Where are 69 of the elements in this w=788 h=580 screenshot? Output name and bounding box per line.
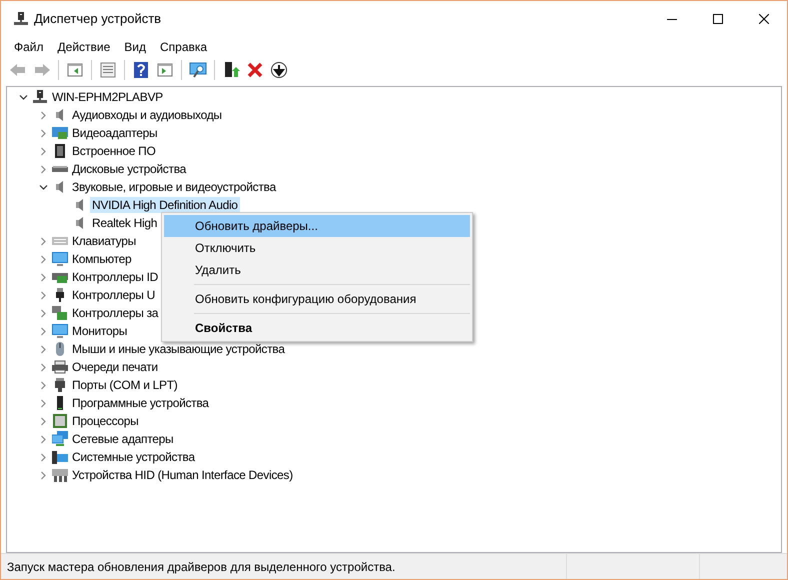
collapsed-chevron-icon[interactable] — [38, 128, 48, 138]
tree-item[interactable]: Системные устройства — [70, 449, 197, 465]
maximize-icon — [713, 14, 723, 24]
collapsed-chevron-icon[interactable] — [38, 164, 48, 174]
tree-item[interactable]: Контроллеры за — [70, 305, 160, 321]
menu-item[interactable]: Вид — [117, 38, 153, 56]
menu-item[interactable]: Обновить конфигурацию оборудования — [164, 288, 470, 310]
tree-item[interactable]: NVIDIA High Definition Audio — [90, 197, 240, 213]
tree-item[interactable]: Встроенное ПО — [70, 143, 158, 159]
display-card-icon — [52, 125, 68, 141]
collapsed-chevron-icon[interactable] — [38, 254, 48, 264]
collapsed-chevron-icon[interactable] — [38, 362, 48, 372]
window-title: Диспетчер устройств — [34, 10, 162, 28]
tree-item[interactable]: Дисковые устройства — [70, 161, 188, 177]
network-icon — [52, 431, 68, 447]
close-icon — [759, 14, 769, 24]
collapsed-chevron-icon[interactable] — [38, 416, 48, 426]
menu-item[interactable]: Свойства — [164, 317, 470, 339]
menu-item[interactable]: Обновить драйверы... — [164, 215, 470, 237]
menu-item[interactable]: Удалить — [164, 259, 470, 281]
system-icon — [52, 449, 68, 465]
tree-item[interactable]: Порты (COM и LPT) — [70, 377, 180, 393]
collapsed-chevron-icon[interactable] — [38, 326, 48, 336]
tree-item[interactable]: Звуковые, игровые и видеоустройства — [70, 179, 278, 195]
collapsed-chevron-icon[interactable] — [38, 452, 48, 462]
menu-item[interactable]: Справка — [153, 38, 214, 56]
menu-item[interactable]: Отключить — [164, 237, 470, 259]
collapsed-chevron-icon[interactable] — [38, 434, 48, 444]
tree-item[interactable]: Устройства HID (Human Interface Devices) — [70, 467, 295, 483]
status-text: Запуск мастера обновления драйверов для выделенного устройства. — [6, 558, 396, 576]
tree-item[interactable]: Процессоры — [70, 413, 140, 429]
tree-item[interactable]: Очереди печати — [70, 359, 160, 375]
printer-icon — [52, 359, 68, 375]
collapsed-chevron-icon[interactable] — [38, 110, 48, 120]
minimize-icon — [667, 18, 677, 20]
processor-icon — [52, 413, 68, 429]
download-button[interactable] — [268, 59, 290, 81]
disk-drive-icon — [52, 166, 68, 172]
hid-icon — [52, 467, 68, 483]
tree-item[interactable]: Контроллеры U — [70, 287, 157, 303]
tree-item[interactable]: Программные устройства — [70, 395, 211, 411]
collapsed-chevron-icon[interactable] — [38, 398, 48, 408]
tree-item[interactable]: Клавиатуры — [70, 233, 138, 249]
collapsed-chevron-icon[interactable] — [38, 272, 48, 282]
tree-item[interactable]: WIN-EPHM2PLABVP — [50, 89, 165, 105]
collapsed-chevron-icon[interactable] — [38, 146, 48, 156]
tree-item[interactable]: Компьютер — [70, 251, 134, 267]
collapsed-chevron-icon[interactable] — [38, 308, 48, 318]
tree-item[interactable]: Видеоадаптеры — [70, 125, 160, 141]
tree-item[interactable]: Сетевые адаптеры — [70, 431, 176, 447]
computer-icon — [13, 11, 29, 27]
monitor-icon — [52, 323, 68, 339]
storage-controller-icon — [52, 305, 68, 321]
port-icon — [52, 377, 68, 393]
tree-item[interactable]: Аудиовходы и аудиовыходы — [70, 107, 224, 123]
collapsed-chevron-icon[interactable] — [38, 290, 48, 300]
tree-item[interactable]: Realtek High — [90, 215, 160, 231]
monitor-icon — [52, 251, 68, 267]
collapsed-chevron-icon[interactable] — [38, 380, 48, 390]
tree-item[interactable]: Мыши и иные указывающие устройства — [70, 341, 287, 357]
tree-item[interactable]: Контроллеры ID — [70, 269, 160, 285]
collapsed-chevron-icon[interactable] — [38, 236, 48, 246]
chip-icon — [52, 143, 68, 159]
computer-icon — [32, 89, 48, 105]
menu-item[interactable]: Файл — [7, 38, 51, 56]
tree-item[interactable]: Мониторы — [70, 323, 130, 339]
menu-item[interactable]: Действие — [50, 38, 118, 56]
collapsed-chevron-icon[interactable] — [38, 470, 48, 480]
collapsed-chevron-icon[interactable] — [38, 344, 48, 354]
